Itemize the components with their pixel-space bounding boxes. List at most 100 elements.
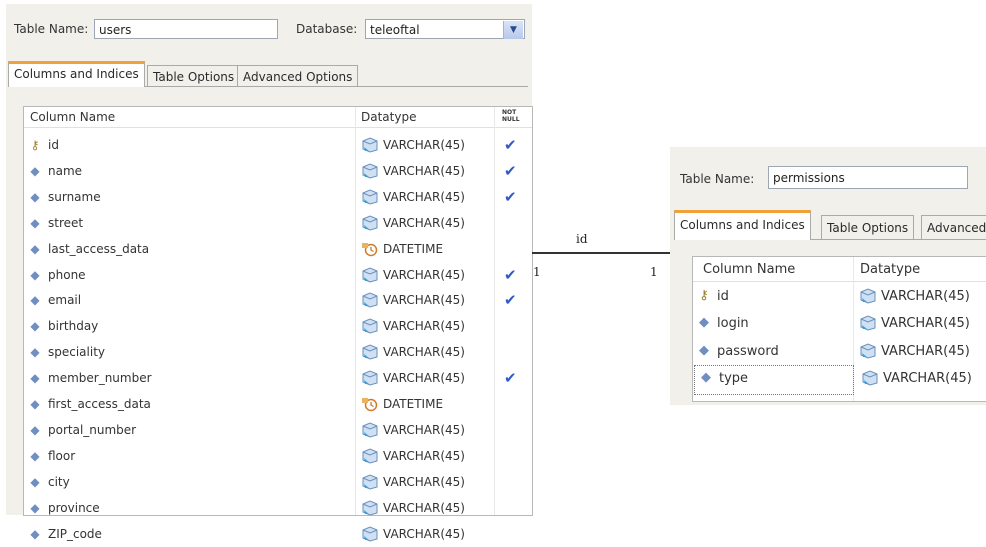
table-row[interactable]: ◆floorVARCHAR(45) — [24, 444, 532, 470]
table-row[interactable]: ◆last_access_dataDATETIME — [24, 237, 532, 263]
varchar-type-icon — [361, 422, 379, 438]
not-null-checkbox[interactable]: ✔ — [504, 291, 517, 309]
table-row[interactable]: ⚷idVARCHAR(45)✔ — [24, 133, 532, 159]
grid-header: Column Name Datatype NOTNULL — [24, 107, 532, 128]
datatype-cell[interactable]: VARCHAR(45) — [383, 164, 465, 178]
column-name-header[interactable]: Column Name — [703, 262, 795, 277]
varchar-type-icon — [859, 343, 877, 359]
varchar-type-icon — [361, 267, 379, 283]
table-row[interactable]: ◆emailVARCHAR(45)✔ — [24, 288, 532, 314]
chevron-down-icon[interactable]: ▼ — [503, 21, 523, 39]
table-row[interactable]: ◆ city VARCHAR(45) — [24, 470, 532, 496]
varchar-type-icon — [361, 474, 379, 490]
table-row[interactable]: ◆provinceVARCHAR(45) — [24, 496, 532, 522]
table-row[interactable]: ◆ name VARCHAR(45) ✔ — [24, 159, 532, 185]
tab-columns-and-indices[interactable]: Columns and Indices — [674, 210, 811, 240]
datatype-header[interactable]: Datatype — [860, 262, 920, 277]
datatype-cell[interactable]: VARCHAR(45) — [383, 527, 465, 541]
column-name-cell[interactable]: speciality — [48, 345, 105, 359]
column-name-cell[interactable]: birthday — [48, 319, 98, 333]
datatype-cell[interactable]: VARCHAR(45) — [883, 371, 972, 386]
datatype-cell[interactable]: VARCHAR(45) — [383, 216, 465, 230]
varchar-type-icon — [361, 318, 379, 334]
table-row[interactable]: ◆ZIP_codeVARCHAR(45) — [24, 522, 532, 547]
datatype-cell[interactable]: VARCHAR(45) — [383, 345, 465, 359]
datatype-cell[interactable]: VARCHAR(45) — [383, 501, 465, 515]
not-null-checkbox[interactable]: ✔ — [504, 136, 517, 154]
varchar-type-icon — [361, 448, 379, 464]
datatype-cell[interactable]: VARCHAR(45) — [383, 449, 465, 463]
column-diamond-icon: ◆ — [699, 345, 709, 357]
datatype-cell[interactable]: VARCHAR(45) — [383, 423, 465, 437]
table-row[interactable]: ◆surnameVARCHAR(45)✔ — [24, 185, 532, 211]
datatype-cell[interactable]: DATETIME — [383, 242, 443, 256]
table-name-label: Table Name: — [680, 172, 754, 186]
column-diamond-icon: ◆ — [699, 317, 709, 329]
relationship-line[interactable] — [532, 252, 670, 254]
not-null-checkbox[interactable]: ✔ — [504, 266, 517, 284]
column-name-cell[interactable]: street — [48, 216, 83, 230]
table-row[interactable]: ◆ login VARCHAR(45) — [693, 311, 986, 338]
column-name-cell[interactable]: password — [717, 344, 779, 359]
datatype-cell[interactable]: DATETIME — [383, 397, 443, 411]
table-row[interactable]: ◆phoneVARCHAR(45)✔ — [24, 263, 532, 289]
not-null-checkbox[interactable]: ✔ — [504, 369, 517, 387]
column-name-cell[interactable]: last_access_data — [48, 242, 149, 256]
table-row[interactable]: ⚷idVARCHAR(45) — [693, 284, 986, 311]
not-null-checkbox[interactable]: ✔ — [504, 162, 517, 180]
table-name-input[interactable]: permissions — [768, 166, 968, 189]
column-name-cell[interactable]: province — [48, 501, 100, 515]
relationship-left-cardinality: 1 — [533, 265, 541, 279]
column-name-cell[interactable]: city — [48, 475, 70, 489]
datatype-cell[interactable]: VARCHAR(45) — [881, 316, 970, 331]
datatype-cell[interactable]: VARCHAR(45) — [383, 138, 465, 152]
table-row[interactable]: ◆birthdayVARCHAR(45) — [24, 314, 532, 340]
column-name-cell[interactable]: name — [48, 164, 82, 178]
datatype-cell[interactable]: VARCHAR(45) — [881, 289, 970, 304]
column-name-cell[interactable]: first_access_data — [48, 397, 151, 411]
datatype-header[interactable]: Datatype — [361, 110, 416, 124]
table-row[interactable]: ◆portal_numberVARCHAR(45) — [24, 418, 532, 444]
column-name-cell[interactable]: id — [48, 138, 59, 152]
not-null-header[interactable]: NOTNULL — [502, 109, 518, 123]
tab-columns-and-indices[interactable]: Columns and Indices — [8, 61, 145, 87]
table-name-input[interactable]: users — [94, 19, 278, 39]
column-name-cell[interactable]: type — [719, 371, 748, 386]
tab-advanced[interactable]: Advanced — [921, 215, 986, 240]
column-name-cell[interactable]: member_number — [48, 371, 152, 385]
column-diamond-icon: ◆ — [30, 165, 40, 177]
not-null-checkbox[interactable]: ✔ — [504, 188, 517, 206]
varchar-type-icon — [361, 526, 379, 542]
table-row[interactable]: ◆member_numberVARCHAR(45)✔ — [24, 366, 532, 392]
datatype-cell[interactable]: VARCHAR(45) — [881, 344, 970, 359]
datatype-cell[interactable]: VARCHAR(45) — [383, 319, 465, 333]
columns-grid: Column Name Datatype NOTNULL ⚷idVARCHAR(… — [23, 106, 533, 516]
datatype-cell[interactable]: VARCHAR(45) — [383, 293, 465, 307]
column-name-cell[interactable]: phone — [48, 268, 86, 282]
column-name-cell[interactable]: ZIP_code — [48, 527, 102, 541]
column-diamond-icon: ◆ — [30, 476, 40, 488]
datetime-type-icon — [361, 241, 379, 257]
column-name-cell[interactable]: floor — [48, 449, 75, 463]
column-name-header[interactable]: Column Name — [30, 110, 115, 124]
table-row[interactable]: ◆first_access_dataDATETIME — [24, 392, 532, 418]
datatype-cell[interactable]: VARCHAR(45) — [383, 371, 465, 385]
tab-table-options[interactable]: Table Options — [821, 215, 914, 240]
table-row[interactable]: ◆typeVARCHAR(45) — [695, 366, 853, 393]
table-name-label: Table Name: — [14, 22, 88, 36]
column-name-cell[interactable]: portal_number — [48, 423, 136, 437]
datatype-cell[interactable]: VARCHAR(45) — [383, 268, 465, 282]
column-name-cell[interactable]: login — [717, 316, 749, 331]
table-row[interactable]: ◆ password VARCHAR(45) — [693, 339, 986, 366]
table-row[interactable]: ◆specialityVARCHAR(45) — [24, 340, 532, 366]
users-table-editor: Table Name: users Database: teleoftal ▼ … — [6, 4, 532, 515]
datatype-cell[interactable]: VARCHAR(45) — [383, 190, 465, 204]
table-row[interactable]: ◆streetVARCHAR(45) — [24, 211, 532, 237]
tab-advanced-options[interactable]: Advanced Options — [237, 65, 358, 87]
tab-table-options[interactable]: Table Options — [147, 65, 240, 87]
database-select[interactable]: teleoftal ▼ — [365, 19, 525, 39]
column-name-cell[interactable]: id — [717, 289, 729, 304]
datatype-cell[interactable]: VARCHAR(45) — [383, 475, 465, 489]
column-name-cell[interactable]: email — [48, 293, 81, 307]
column-name-cell[interactable]: surname — [48, 190, 101, 204]
